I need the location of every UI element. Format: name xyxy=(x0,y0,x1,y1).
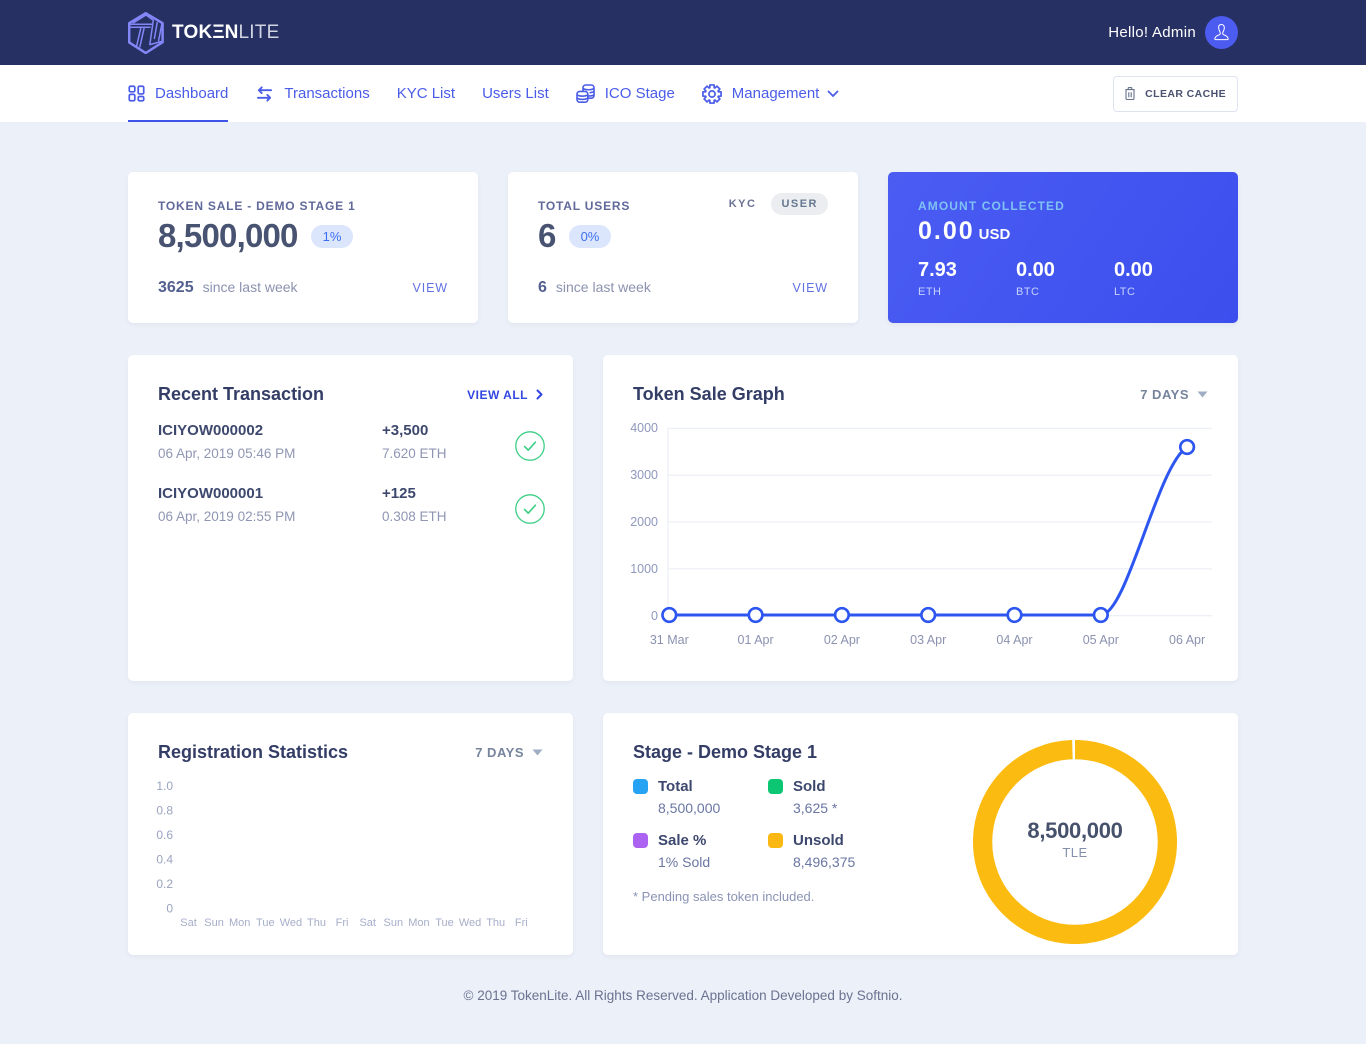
svg-text:Thu: Thu xyxy=(307,917,326,929)
svg-text:Wed: Wed xyxy=(280,917,302,929)
svg-text:Wed: Wed xyxy=(459,917,481,929)
svg-text:3000: 3000 xyxy=(630,468,658,482)
svg-text:Sun: Sun xyxy=(204,917,224,929)
svg-text:04 Apr: 04 Apr xyxy=(996,633,1032,647)
svg-text:1000: 1000 xyxy=(630,562,658,576)
svg-text:02 Apr: 02 Apr xyxy=(824,633,860,647)
svg-text:0: 0 xyxy=(651,609,658,623)
svg-text:0.4: 0.4 xyxy=(156,853,173,867)
svg-text:0.2: 0.2 xyxy=(156,877,173,891)
svg-text:Thu: Thu xyxy=(486,917,505,929)
svg-text:Sun: Sun xyxy=(384,917,404,929)
svg-text:0.8: 0.8 xyxy=(156,804,173,818)
svg-text:Tue: Tue xyxy=(256,917,275,929)
svg-text:1.0: 1.0 xyxy=(156,779,173,793)
svg-text:Sat: Sat xyxy=(359,917,376,929)
svg-text:Mon: Mon xyxy=(229,917,250,929)
svg-text:Tue: Tue xyxy=(435,917,454,929)
svg-text:01 Apr: 01 Apr xyxy=(738,633,774,647)
svg-text:0.6: 0.6 xyxy=(156,828,173,842)
svg-text:Mon: Mon xyxy=(408,917,429,929)
svg-text:31 Mar: 31 Mar xyxy=(650,633,689,647)
svg-text:Fri: Fri xyxy=(336,917,349,929)
svg-text:06 Apr: 06 Apr xyxy=(1169,633,1205,647)
svg-text:Fri: Fri xyxy=(515,917,528,929)
svg-text:2000: 2000 xyxy=(630,515,658,529)
svg-text:Sat: Sat xyxy=(180,917,197,929)
svg-text:4000: 4000 xyxy=(630,421,658,435)
svg-text:05 Apr: 05 Apr xyxy=(1083,633,1119,647)
svg-text:03 Apr: 03 Apr xyxy=(910,633,946,647)
svg-text:0: 0 xyxy=(166,902,173,916)
